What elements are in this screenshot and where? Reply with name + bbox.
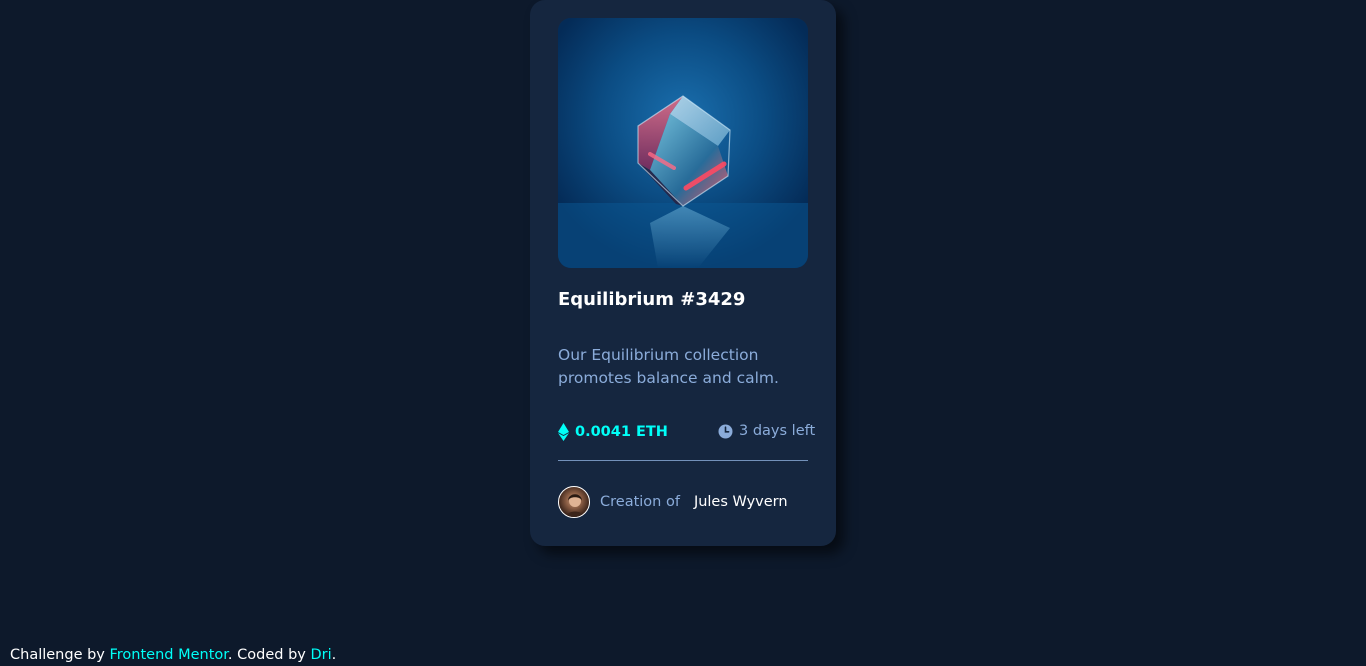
ethereum-icon xyxy=(558,423,569,441)
attribution-suffix: . xyxy=(331,647,337,663)
author-link[interactable]: Dri xyxy=(310,647,331,663)
divider xyxy=(558,460,808,461)
attribution: Challenge by Frontend Mentor. Coded by D… xyxy=(10,647,336,663)
time-left-info: 3 days left xyxy=(718,423,815,439)
price-info: 0.0041 ETH xyxy=(558,423,668,441)
clock-icon xyxy=(718,424,733,438)
time-left-value: 3 days left xyxy=(739,423,816,439)
creator-name-link[interactable]: Jules Wyvern xyxy=(694,494,788,510)
creator-info: Creation of Jules Wyvern xyxy=(558,486,788,518)
attribution-middle: . Coded by xyxy=(227,647,306,663)
nft-image-link[interactable] xyxy=(558,18,808,268)
frontend-mentor-link[interactable]: Frontend Mentor xyxy=(110,647,228,663)
page: Equilibrium #3429 Our Equilibrium collec… xyxy=(0,0,1366,666)
equilibrium-cube-image xyxy=(558,18,808,268)
nft-description: Our Equilibrium collection promotes bala… xyxy=(558,346,779,387)
price-value: 0.0041 ETH xyxy=(575,424,668,440)
nft-card: Equilibrium #3429 Our Equilibrium collec… xyxy=(530,0,836,546)
attribution-prefix: Challenge by xyxy=(10,647,105,663)
avatar xyxy=(558,486,590,518)
creator-prefix: Creation of xyxy=(600,494,680,510)
nft-title[interactable]: Equilibrium #3429 xyxy=(558,289,745,310)
avatar-image xyxy=(565,494,585,517)
